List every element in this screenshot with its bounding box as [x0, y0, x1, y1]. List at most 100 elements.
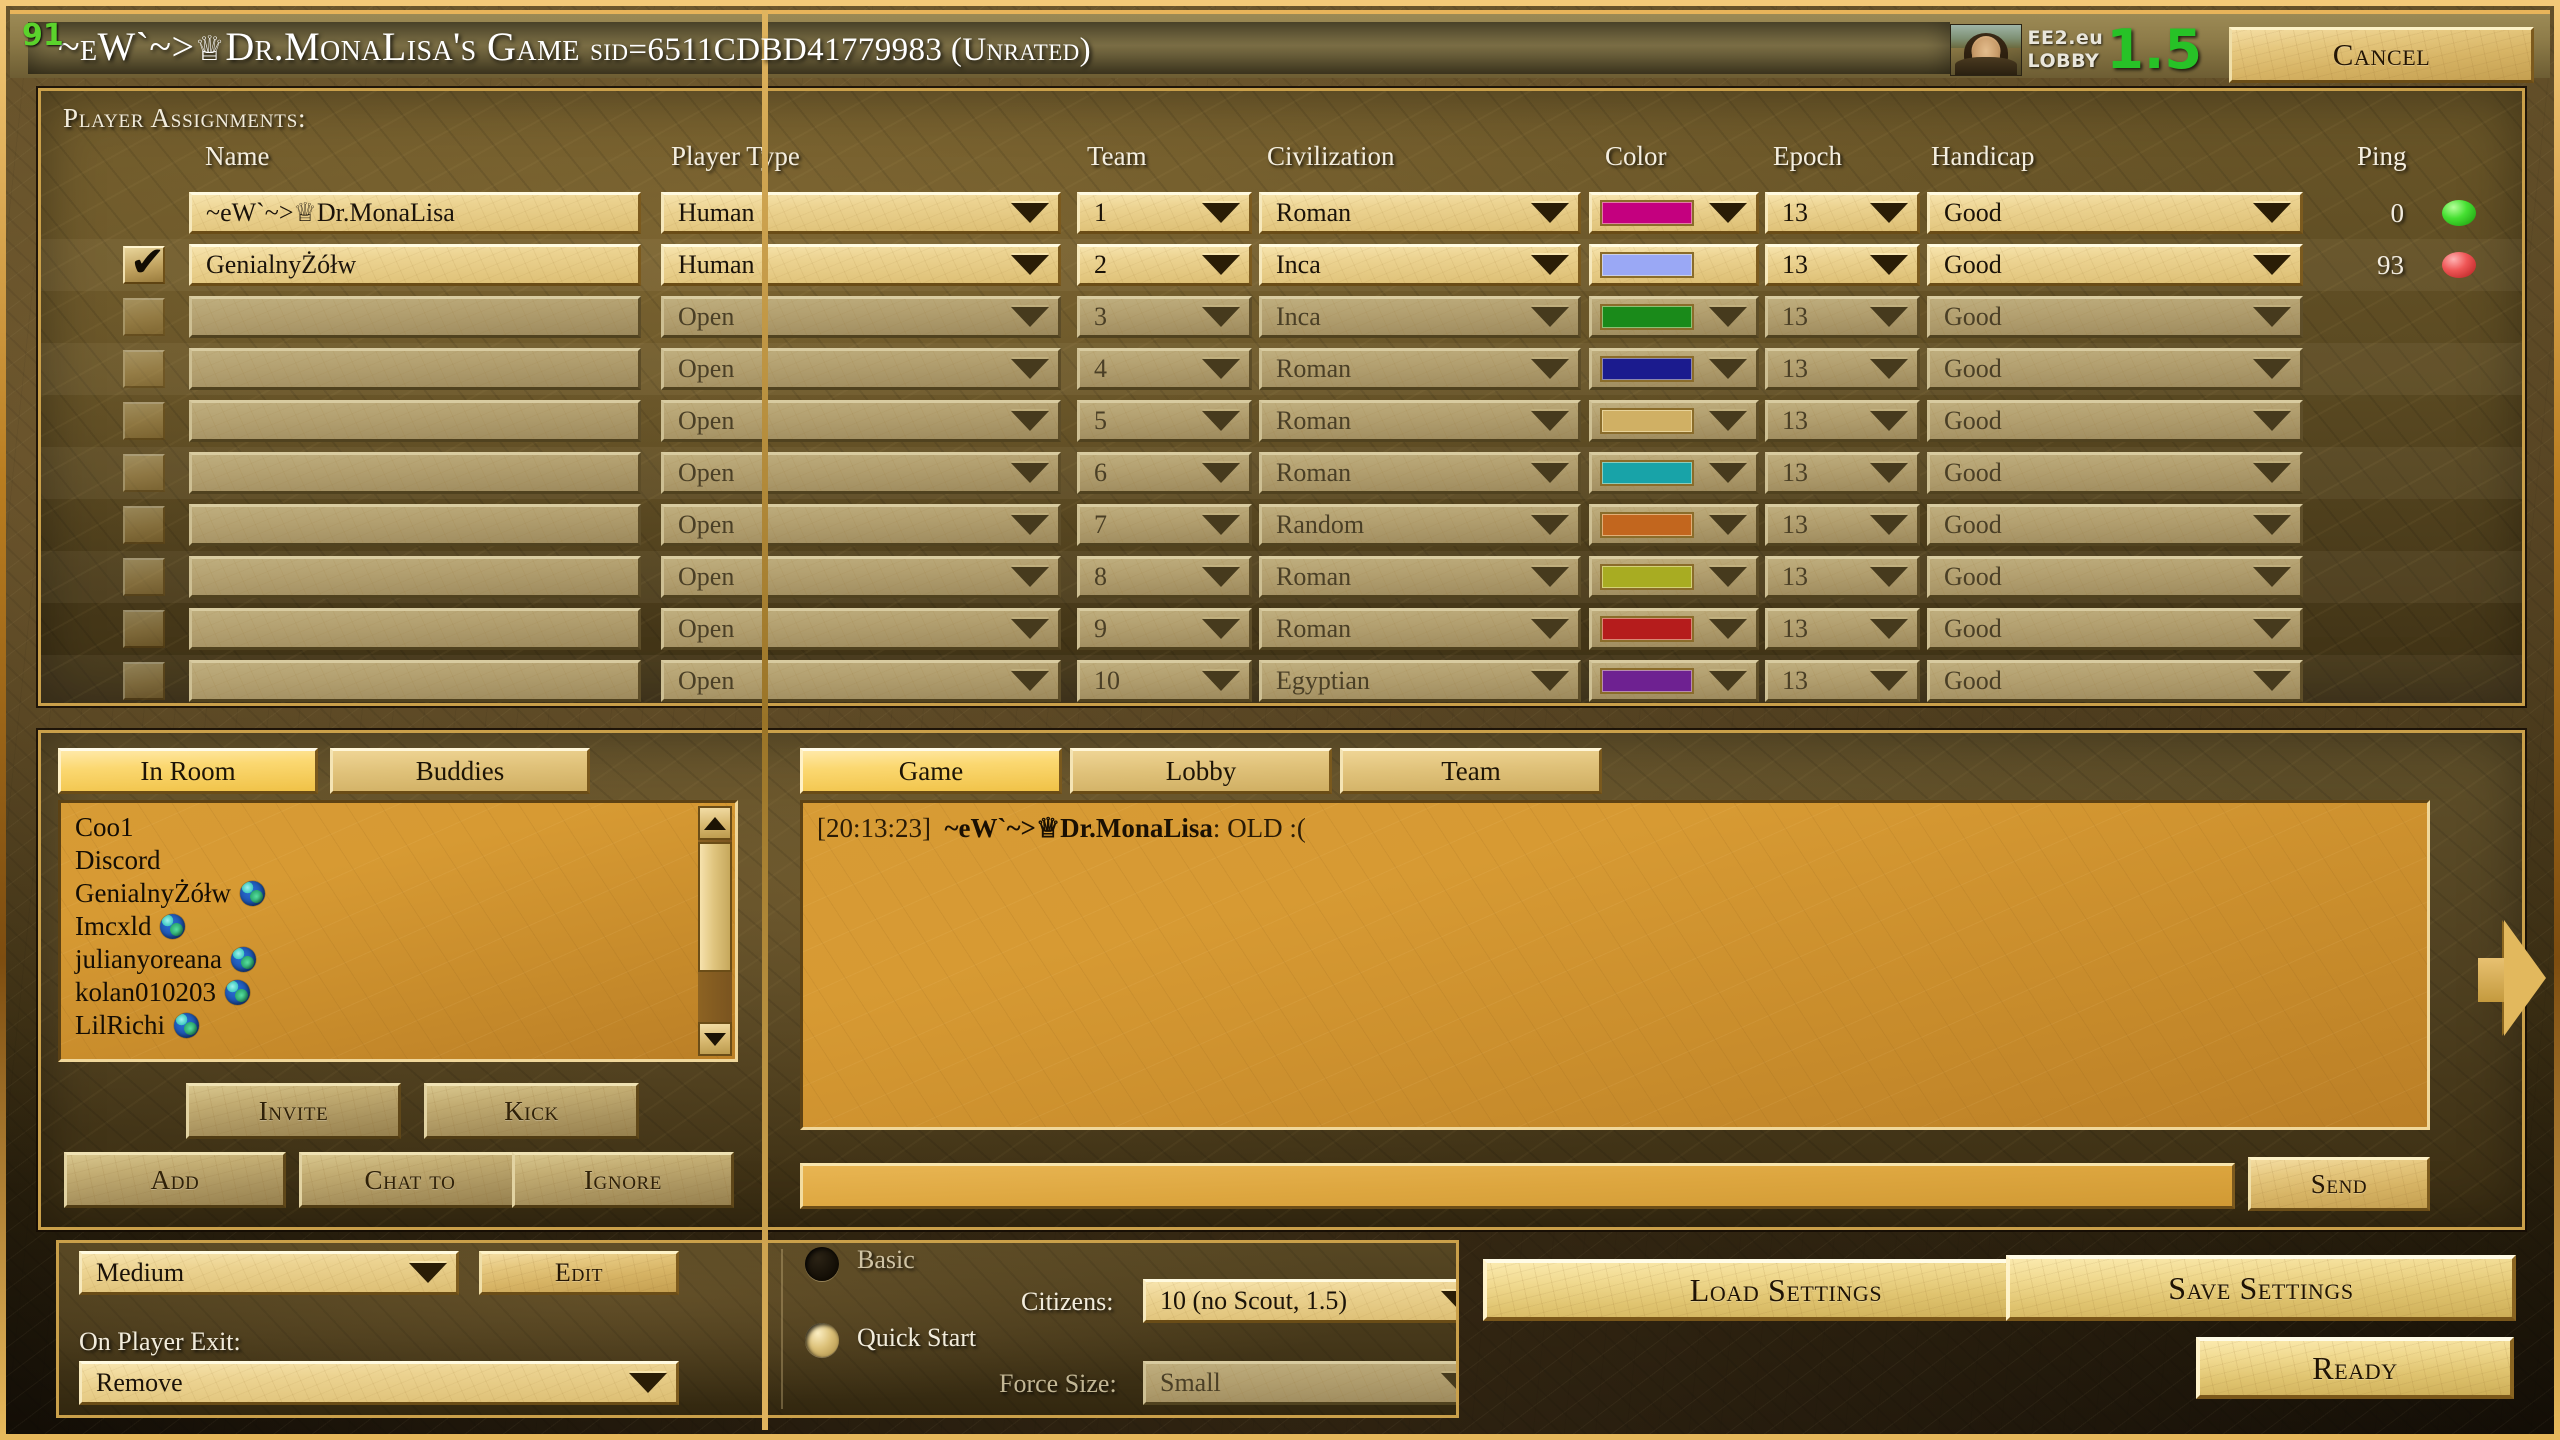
player-type-select[interactable]: Open: [661, 556, 1061, 598]
team-select[interactable]: 10: [1077, 660, 1252, 702]
list-item[interactable]: kolan010203: [75, 976, 735, 1009]
tab-buddies[interactable]: Buddies: [330, 748, 590, 794]
civilization-select[interactable]: Egyptian: [1259, 660, 1581, 702]
player-name-field[interactable]: [189, 504, 641, 546]
tab-game[interactable]: Game: [800, 748, 1062, 794]
list-item[interactable]: Discord: [75, 844, 735, 877]
player-kick-checkbox[interactable]: [123, 402, 165, 440]
handicap-select[interactable]: Good: [1927, 452, 2303, 494]
kick-button[interactable]: Kick: [424, 1083, 639, 1139]
team-select[interactable]: 5: [1077, 400, 1252, 442]
ready-button[interactable]: Ready: [2196, 1337, 2514, 1399]
player-kick-checkbox[interactable]: [123, 298, 165, 336]
epoch-select[interactable]: 13: [1765, 452, 1920, 494]
player-name-field[interactable]: [189, 348, 641, 390]
player-type-select[interactable]: Open: [661, 452, 1061, 494]
scroll-up-button[interactable]: [698, 806, 732, 840]
color-select[interactable]: [1589, 452, 1759, 494]
team-select[interactable]: 6: [1077, 452, 1252, 494]
add-button[interactable]: Add: [64, 1152, 286, 1208]
player-name-field[interactable]: [189, 608, 641, 650]
player-type-select[interactable]: Human: [661, 244, 1061, 286]
color-select[interactable]: [1589, 608, 1759, 650]
epoch-select[interactable]: 13: [1765, 608, 1920, 650]
team-select[interactable]: 7: [1077, 504, 1252, 546]
color-select[interactable]: [1589, 556, 1759, 598]
handicap-select[interactable]: Good: [1927, 608, 2303, 650]
player-name-field[interactable]: [189, 556, 641, 598]
handicap-select[interactable]: Good: [1927, 504, 2303, 546]
player-kick-checkbox[interactable]: ✔: [123, 241, 165, 284]
epoch-select[interactable]: 13: [1765, 192, 1920, 234]
team-select[interactable]: 2: [1077, 244, 1252, 286]
color-select[interactable]: [1589, 296, 1759, 338]
player-name-field[interactable]: ~eW`~>♕Dr.MonaLisa: [189, 192, 641, 234]
list-item[interactable]: Imcxld: [75, 910, 735, 943]
handicap-select[interactable]: Good: [1927, 556, 2303, 598]
color-select[interactable]: [1589, 192, 1759, 234]
civilization-select[interactable]: Inca: [1259, 296, 1581, 338]
player-kick-checkbox[interactable]: [123, 662, 165, 700]
ignore-button[interactable]: Ignore: [512, 1152, 734, 1208]
team-select[interactable]: 3: [1077, 296, 1252, 338]
color-select[interactable]: [1589, 504, 1759, 546]
team-select[interactable]: 4: [1077, 348, 1252, 390]
player-type-select[interactable]: Open: [661, 660, 1061, 702]
cancel-button[interactable]: Cancel: [2229, 27, 2534, 83]
player-name-field[interactable]: [189, 452, 641, 494]
list-item[interactable]: GenialnyŻółw: [75, 877, 735, 910]
next-page-arrow-icon[interactable]: [2504, 920, 2546, 1036]
epoch-select[interactable]: 13: [1765, 348, 1920, 390]
handicap-select[interactable]: Good: [1927, 296, 2303, 338]
epoch-select[interactable]: 13: [1765, 296, 1920, 338]
send-button[interactable]: Send: [2248, 1157, 2430, 1211]
player-type-select[interactable]: Open: [661, 400, 1061, 442]
player-kick-checkbox[interactable]: [123, 506, 165, 544]
handicap-select[interactable]: Good: [1927, 244, 2303, 286]
civilization-select[interactable]: Roman: [1259, 192, 1581, 234]
chat-input[interactable]: [800, 1163, 2235, 1209]
player-type-select[interactable]: Human: [661, 192, 1061, 234]
civilization-select[interactable]: Roman: [1259, 608, 1581, 650]
list-item[interactable]: Coo1: [75, 811, 735, 844]
civilization-select[interactable]: Inca: [1259, 244, 1581, 286]
player-name-field[interactable]: [189, 660, 641, 702]
user-list-scrollbar[interactable]: [698, 806, 732, 1056]
player-type-select[interactable]: Open: [661, 348, 1061, 390]
save-settings-button[interactable]: Save Settings: [2006, 1255, 2516, 1321]
player-kick-checkbox[interactable]: [123, 558, 165, 596]
scrollbar-thumb[interactable]: [698, 842, 732, 972]
tab-team[interactable]: Team: [1340, 748, 1602, 794]
tab-in-room[interactable]: In Room: [58, 748, 318, 794]
color-select[interactable]: [1589, 244, 1759, 286]
player-kick-checkbox[interactable]: [123, 454, 165, 492]
tab-lobby[interactable]: Lobby: [1070, 748, 1332, 794]
handicap-select[interactable]: Good: [1927, 348, 2303, 390]
epoch-select[interactable]: 13: [1765, 504, 1920, 546]
epoch-select[interactable]: 13: [1765, 400, 1920, 442]
handicap-select[interactable]: Good: [1927, 660, 2303, 702]
list-item[interactable]: LilRichi: [75, 1009, 735, 1042]
player-type-select[interactable]: Open: [661, 608, 1061, 650]
load-settings-button[interactable]: Load Settings: [1483, 1259, 2089, 1321]
color-select[interactable]: [1589, 660, 1759, 702]
player-kick-checkbox[interactable]: [123, 350, 165, 388]
on-player-exit-select[interactable]: Remove: [79, 1361, 679, 1405]
civilization-select[interactable]: Random: [1259, 504, 1581, 546]
civilization-select[interactable]: Roman: [1259, 400, 1581, 442]
chat-to-button[interactable]: Chat to: [299, 1152, 521, 1208]
color-select[interactable]: [1589, 400, 1759, 442]
team-select[interactable]: 8: [1077, 556, 1252, 598]
player-type-select[interactable]: Open: [661, 296, 1061, 338]
epoch-select[interactable]: 13: [1765, 660, 1920, 702]
player-name-field[interactable]: [189, 400, 641, 442]
radio-basic[interactable]: [805, 1247, 839, 1281]
list-item[interactable]: julianyoreana: [75, 943, 735, 976]
difficulty-select[interactable]: Medium: [79, 1251, 459, 1295]
epoch-select[interactable]: 13: [1765, 556, 1920, 598]
epoch-select[interactable]: 13: [1765, 244, 1920, 286]
civilization-select[interactable]: Roman: [1259, 556, 1581, 598]
player-name-field[interactable]: [189, 296, 641, 338]
player-name-field[interactable]: GenialnyŻółw: [189, 244, 641, 286]
handicap-select[interactable]: Good: [1927, 192, 2303, 234]
